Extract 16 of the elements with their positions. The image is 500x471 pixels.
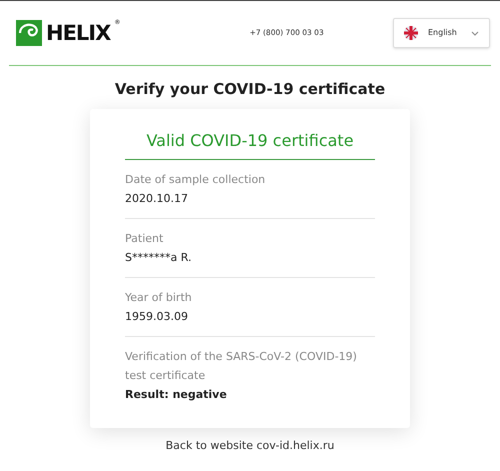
- page-title: Verify your COVID-19 certificate: [114, 79, 386, 100]
- language-selector[interactable]: English: [392, 18, 490, 48]
- test-result: Result: negative: [125, 386, 228, 402]
- field-label: Date of sample collection: [125, 172, 266, 188]
- chevron-down-icon: [470, 30, 479, 36]
- back-link[interactable]: Back to website cov-id.helix.ru: [166, 438, 334, 454]
- logo-icon: [16, 20, 42, 46]
- field-value: S*******a R.: [125, 250, 192, 266]
- field-value: 2020.10.17: [125, 190, 189, 206]
- field-label: Patient: [125, 230, 164, 246]
- field-label: Year of birth: [125, 290, 193, 306]
- field-value: 1959.03.09: [125, 308, 189, 324]
- flag-icon: [404, 26, 418, 40]
- status-heading: Valid COVID-19 certificate: [125, 128, 375, 160]
- field-label: Verification of the SARS-CoV-2 (COVID-19) test certificate: [125, 348, 358, 384]
- logo-text: HELIX: [46, 20, 110, 46]
